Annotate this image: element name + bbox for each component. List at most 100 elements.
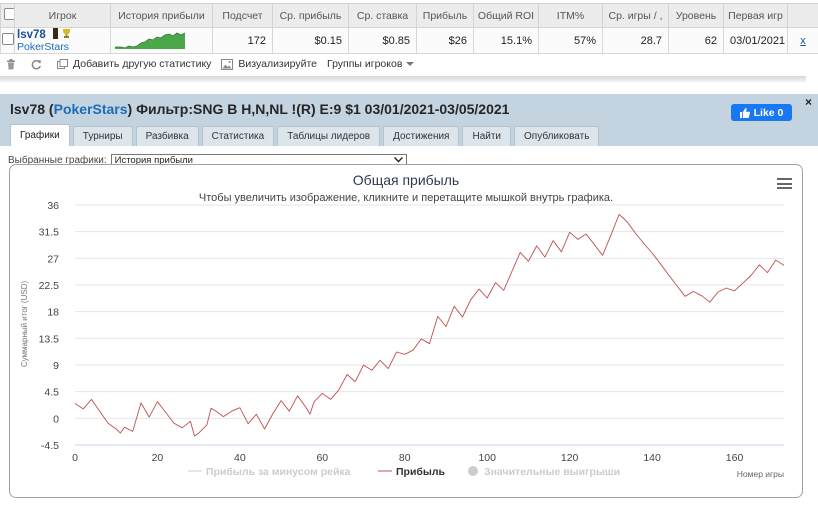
x-axis-ticks: 0 20 40 60 80 100 120 140 160 xyxy=(72,452,743,464)
table-row: lsv78 PokerStars 172 $0.15 $0.85 $26 15.… xyxy=(0,27,818,54)
player-name-link[interactable]: lsv78 xyxy=(17,29,46,41)
remove-row-link[interactable]: x xyxy=(800,35,806,47)
legend-item-profit[interactable]: Прибыль xyxy=(396,466,446,478)
y-tick-label: 27 xyxy=(47,253,59,265)
x-tick-label: 120 xyxy=(561,452,579,464)
col-header-itm[interactable]: ITM% xyxy=(538,3,603,28)
row-checkbox[interactable] xyxy=(2,33,14,45)
y-tick-label: 22.5 xyxy=(39,280,60,292)
add-stat-label: Добавить другую статистику xyxy=(73,58,212,70)
col-header-player[interactable]: Игрок xyxy=(14,3,111,28)
divider xyxy=(0,76,806,82)
caret-down-icon xyxy=(406,62,415,66)
legend-item-big-wins[interactable]: Значительные выигрыши xyxy=(484,466,620,478)
y-tick-label: 0 xyxy=(53,413,59,425)
table-header-row: Игрок История прибыли Подсчет Ср. прибыл… xyxy=(0,3,818,28)
refresh-icon xyxy=(31,59,41,69)
thumbs-up-icon xyxy=(739,107,750,118)
x-tick-label: 100 xyxy=(478,452,496,464)
visualize-label: Визуализируйте xyxy=(238,58,317,70)
table-toolbar: Добавить другую статистику Визуализируйт… xyxy=(0,56,818,72)
chart-subtitle: Чтобы увеличить изображение, кликните и … xyxy=(199,192,613,204)
panel-title-filter: Фильтр:SNG B H,N,NL !(R) E:9 $1 03/01/20… xyxy=(136,101,510,117)
chart-title: Общая прибыль xyxy=(353,172,459,188)
select-all-checkbox[interactable] xyxy=(4,8,14,20)
legend-item-net-profit[interactable]: Прибыль за минусом рейка xyxy=(206,466,351,478)
count-cell: 172 xyxy=(212,27,273,54)
delete-button[interactable] xyxy=(6,58,21,70)
col-header-profit-history[interactable]: История прибыли xyxy=(110,3,213,28)
series-line-profit xyxy=(74,214,785,437)
legend-marker-big-wins xyxy=(468,466,478,476)
bottle-icon xyxy=(52,28,58,39)
panel-title: lsv78 (PokerStars) Фильтр:SNG B H,N,NL !… xyxy=(10,101,510,117)
profit-history-sparkline xyxy=(115,32,186,49)
player-stats-table: Игрок История прибыли Подсчет Ср. прибыл… xyxy=(0,3,818,54)
col-header-avg-stake[interactable]: Ср. ставка xyxy=(348,3,417,28)
col-header-roi[interactable]: Общий ROI xyxy=(473,3,539,28)
chart-series xyxy=(74,214,785,437)
col-header-avg-profit[interactable]: Ср. прибыль xyxy=(272,3,349,28)
tab-achievements[interactable]: Достижения xyxy=(383,126,460,146)
row-select-cell[interactable] xyxy=(0,27,15,54)
panel-title-player: lsv78 xyxy=(10,101,46,117)
player-groups-label: Группы игроков xyxy=(326,58,403,70)
x-tick-label: 0 xyxy=(72,452,78,464)
player-network-link[interactable]: PokerStars xyxy=(17,41,69,53)
profit-chart[interactable]: Общая прибыль Чтобы увеличить изображени… xyxy=(10,165,803,498)
col-header-profit[interactable]: Прибыль xyxy=(416,3,474,28)
select-all-cell[interactable] xyxy=(0,3,15,28)
profit-history-sparkline-cell xyxy=(110,27,213,54)
x-tick-label: 40 xyxy=(234,452,246,464)
y-tick-label: 4.5 xyxy=(44,387,59,399)
tab-breakdown[interactable]: Разбивка xyxy=(135,126,199,146)
trash-icon xyxy=(7,58,15,69)
profit-cell: $26 xyxy=(416,27,474,54)
tab-tournaments[interactable]: Турниры xyxy=(72,126,133,146)
y-tick-label: 13.5 xyxy=(39,333,60,345)
tab-content: Выбранные графики: История прибыли Общая… xyxy=(0,146,818,512)
refresh-button[interactable] xyxy=(31,59,47,70)
col-header-avg-games[interactable]: Ср. игры / , xyxy=(602,3,669,28)
y-tick-label: 18 xyxy=(47,307,59,319)
x-tick-label: 80 xyxy=(399,452,411,464)
chart-gridlines xyxy=(75,204,784,446)
player-groups-dropdown[interactable]: Группы игроков xyxy=(326,58,415,70)
chart-legend: Прибыль за минусом рейка Прибыль Значите… xyxy=(188,466,620,478)
y-axis-ticks: -4.5 0 4.5 9 13.5 18 22.5 27 31.5 36 xyxy=(39,200,60,452)
avg-profit-cell: $0.15 xyxy=(272,27,349,54)
tab-publish[interactable]: Опубликовать xyxy=(514,126,600,146)
tab-leaderboards[interactable]: Таблицы лидеров xyxy=(277,126,381,146)
image-icon xyxy=(221,58,234,70)
visualize-button[interactable]: Визуализируйте xyxy=(221,58,317,70)
col-header-first-game[interactable]: Первая игр xyxy=(723,3,788,28)
panel-title-network[interactable]: PokerStars xyxy=(54,101,128,117)
level-cell: 62 xyxy=(668,27,724,54)
tab-find[interactable]: Найти xyxy=(462,126,512,146)
trophy-icon xyxy=(62,29,70,38)
itm-cell: 57% xyxy=(538,27,603,54)
close-panel-button[interactable]: × xyxy=(805,95,812,109)
y-axis-label: Суммарный итог (USD) xyxy=(20,281,29,368)
panel-tabs: Графики Турниры Разбивка Статистика Табл… xyxy=(10,124,602,146)
col-header-count[interactable]: Подсчет xyxy=(212,3,273,28)
player-cell: lsv78 PokerStars xyxy=(14,27,111,54)
y-tick-label: 36 xyxy=(47,200,59,212)
x-tick-label: 60 xyxy=(316,452,328,464)
chart-menu-icon[interactable] xyxy=(777,178,792,189)
tab-statistics[interactable]: Статистика xyxy=(201,126,275,146)
avg-stake-cell: $0.85 xyxy=(348,27,417,54)
col-header-level[interactable]: Уровень xyxy=(668,3,724,28)
like-label: Like 0 xyxy=(753,106,784,119)
chart-container[interactable]: Общая прибыль Чтобы увеличить изображени… xyxy=(9,164,803,498)
add-column-icon xyxy=(57,58,68,69)
add-stat-button[interactable]: Добавить другую статистику xyxy=(57,58,211,70)
remove-cell: x xyxy=(787,27,818,54)
tab-charts[interactable]: Графики xyxy=(10,124,70,146)
x-axis-label: Номер игры xyxy=(737,469,784,479)
chevron-down-icon xyxy=(393,157,403,163)
x-tick-label: 160 xyxy=(726,452,744,464)
facebook-like-button[interactable]: Like 0 xyxy=(731,104,792,121)
y-tick-label: 31.5 xyxy=(39,227,60,239)
avg-games-cell: 28.7 xyxy=(602,27,669,54)
